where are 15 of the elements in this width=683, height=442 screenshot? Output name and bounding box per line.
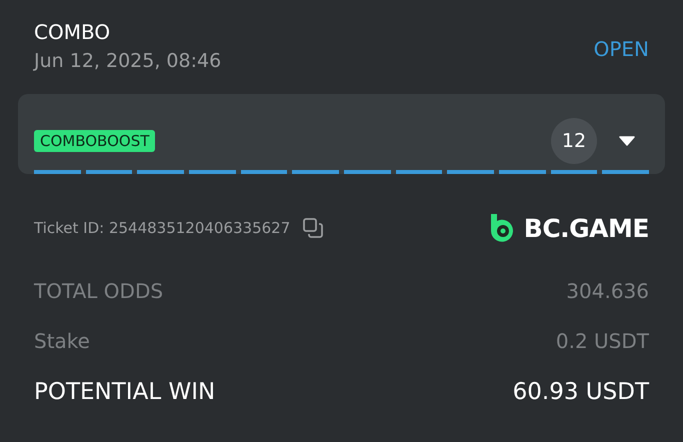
bet-date: Jun 12, 2025, 08:46 (34, 49, 222, 74)
copy-icon[interactable] (302, 217, 324, 239)
brand-name: BC.GAME (524, 214, 649, 242)
bet-type: COMBO (34, 19, 112, 46)
comboboost-badge: COMBOBOOST (34, 130, 156, 152)
summary-value: 304.636 (566, 279, 649, 303)
dropdown-caret-icon[interactable] (619, 136, 635, 146)
bet-status: OPEN (594, 37, 649, 61)
summary-label: Stake (34, 329, 90, 353)
summary-value: 60.93 USDT (512, 379, 649, 405)
summary-label: TOTAL ODDS (34, 279, 164, 303)
summary-value: 0.2 USDT (556, 329, 649, 353)
summary-label: POTENTIAL WIN (34, 379, 216, 405)
leg-count: 12 (551, 118, 597, 164)
ticket-id: Ticket ID: 2544835120406335627 (34, 219, 290, 237)
